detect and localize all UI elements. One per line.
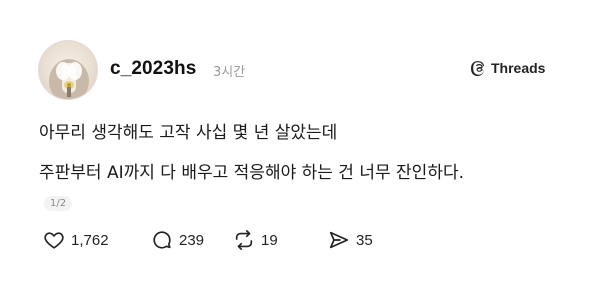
comment-bubble-icon — [153, 231, 171, 249]
repost-count: 19 — [261, 231, 278, 249]
comment-count: 239 — [179, 231, 205, 249]
post-time: 3시간 — [213, 65, 246, 80]
image-pager: 1/2 — [44, 196, 73, 211]
comment-button[interactable]: 239 — [151, 228, 204, 252]
avatar[interactable] — [38, 40, 98, 100]
username[interactable]: c_2023hs — [110, 58, 196, 80]
like-count: 1,762 — [71, 231, 109, 249]
share-count: 35 — [356, 231, 373, 249]
post-text-line-1: 아무리 생각해도 고작 사십 몇 년 살았는데 — [39, 123, 338, 143]
post-text-line-2: 주판부터 AI까지 다 배우고 적응해야 하는 건 너무 잔인하다. — [39, 163, 464, 183]
repost-button[interactable]: 19 — [233, 228, 278, 252]
threads-brand: Threads — [471, 60, 545, 76]
threads-logo-icon — [471, 61, 485, 76]
share-button[interactable]: 35 — [328, 228, 373, 252]
send-icon — [329, 231, 349, 249]
repost-icon — [235, 230, 253, 250]
avatar-photo — [49, 59, 89, 99]
like-button[interactable]: 1,762 — [43, 228, 109, 252]
threads-brand-label: Threads — [491, 60, 546, 76]
heart-icon — [44, 232, 64, 249]
threads-post-card: c_2023hs 3시간 Threads 아무리 생각해도 고작 사십 몇 년 … — [0, 0, 600, 288]
